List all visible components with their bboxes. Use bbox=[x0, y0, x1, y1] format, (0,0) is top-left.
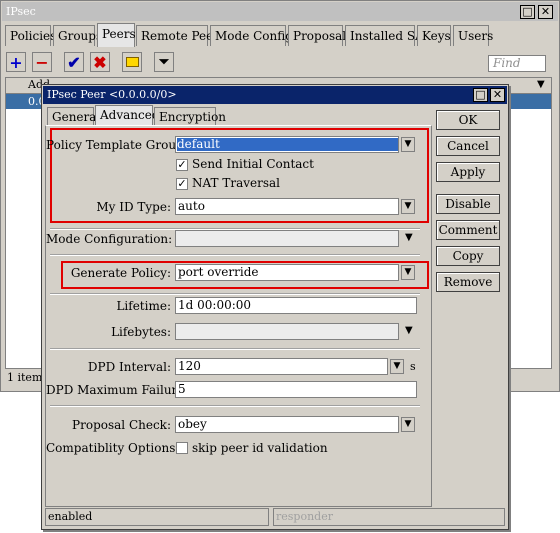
tab-advanced[interactable]: Advanced bbox=[95, 105, 160, 126]
lifetime-label: Lifetime: bbox=[116, 299, 171, 313]
send-initial-contact-label: Send Initial Contact bbox=[192, 157, 314, 171]
proposal-check-label: Proposal Check: bbox=[72, 418, 171, 432]
nat-traversal-checkbox[interactable]: ✓ bbox=[176, 178, 188, 190]
generate-policy-label: Generate Policy: bbox=[70, 266, 171, 280]
divider bbox=[50, 405, 420, 407]
my-id-type-label: My ID Type: bbox=[96, 200, 171, 214]
apply-button[interactable]: Apply bbox=[436, 162, 500, 182]
window-title: IPsec bbox=[6, 5, 36, 18]
nat-traversal-label: NAT Traversal bbox=[192, 176, 280, 190]
dialog-close-icon[interactable]: ✕ bbox=[490, 88, 505, 102]
proposal-check-field[interactable]: obey bbox=[175, 416, 399, 433]
tab-installed-sas[interactable]: Installed SAs bbox=[345, 25, 430, 46]
status-responder: responder bbox=[273, 508, 505, 526]
dpd-interval-dropdown-icon[interactable]: ▼ bbox=[390, 359, 404, 374]
window-titlebar[interactable]: IPsec □ ✕ bbox=[2, 2, 558, 21]
dpd-max-failures-label: DPD Maximum Failures: bbox=[46, 383, 195, 397]
dpd-interval-label: DPD Interval: bbox=[87, 360, 171, 374]
tab-mode-configs[interactable]: Mode Configs bbox=[210, 25, 299, 46]
my-id-type-dropdown-icon[interactable]: ▼ bbox=[401, 199, 415, 214]
ok-button[interactable]: OK bbox=[436, 110, 500, 130]
tab-users[interactable]: Users bbox=[453, 25, 493, 46]
tab-remote-peers[interactable]: Remote Peers bbox=[136, 25, 225, 46]
advanced-panel: Policy Template Group: default ▼ ✓ Send … bbox=[45, 125, 432, 507]
lifebytes-field[interactable] bbox=[175, 323, 399, 340]
tab-encryption[interactable]: Encryption bbox=[154, 107, 226, 125]
lifebytes-label: Lifebytes: bbox=[111, 325, 171, 339]
enable-check-icon[interactable]: ✔ bbox=[64, 52, 84, 72]
dialog-titlebar[interactable]: IPsec Peer <0.0.0.0/0> □ ✕ bbox=[43, 86, 507, 104]
restore-icon[interactable]: □ bbox=[520, 5, 535, 19]
compatibility-options-label: Compatiblity Options: bbox=[46, 441, 180, 455]
policy-template-group-dropdown-icon[interactable]: ▼ bbox=[401, 137, 415, 152]
dialog-restore-icon[interactable]: □ bbox=[473, 88, 488, 102]
divider bbox=[50, 348, 420, 350]
cancel-button[interactable]: Cancel bbox=[436, 136, 500, 156]
skip-peer-id-validation-checkbox[interactable] bbox=[176, 442, 188, 454]
divider bbox=[50, 254, 420, 256]
close-icon[interactable]: ✕ bbox=[538, 5, 553, 19]
find-input[interactable]: Find bbox=[488, 55, 546, 72]
status-enabled: enabled bbox=[45, 508, 269, 526]
ipsec-peer-dialog: IPsec Peer <0.0.0.0/0> □ ✕ General Advan… bbox=[41, 84, 509, 530]
filter-funnel-icon[interactable]: ⏷ bbox=[154, 52, 174, 72]
column-menu-icon[interactable]: ▼ bbox=[537, 79, 545, 90]
dpd-interval-unit: s bbox=[410, 360, 416, 373]
divider bbox=[50, 293, 420, 295]
policy-template-group-value: default bbox=[177, 138, 398, 151]
remove-button[interactable]: Remove bbox=[436, 272, 500, 292]
comment-button[interactable]: Comment bbox=[436, 220, 500, 240]
copy-button[interactable]: Copy bbox=[436, 246, 500, 266]
comment-note-icon[interactable] bbox=[122, 52, 142, 72]
disable-button[interactable]: Disable bbox=[436, 194, 500, 214]
proposal-check-dropdown-icon[interactable]: ▼ bbox=[401, 417, 415, 432]
skip-peer-id-validation-label: skip peer id validation bbox=[192, 441, 328, 455]
generate-policy-field[interactable]: port override bbox=[175, 264, 399, 281]
remove-icon[interactable]: − bbox=[32, 52, 52, 72]
tab-proposals[interactable]: Proposals bbox=[288, 25, 352, 46]
lifetime-field[interactable]: 1d 00:00:00 bbox=[175, 297, 417, 314]
dpd-max-failures-field[interactable]: 5 bbox=[175, 381, 417, 398]
tab-keys[interactable]: Keys bbox=[417, 25, 451, 46]
send-initial-contact-checkbox[interactable]: ✓ bbox=[176, 159, 188, 171]
mode-configuration-label: Mode Configuration: bbox=[46, 232, 173, 246]
generate-policy-dropdown-icon[interactable]: ▼ bbox=[401, 265, 415, 280]
mode-configuration-field[interactable] bbox=[175, 230, 399, 247]
tab-policies[interactable]: Policies bbox=[5, 25, 56, 46]
mode-configuration-dropdown-icon[interactable]: ▼ bbox=[405, 232, 413, 243]
lifebytes-dropdown-icon[interactable]: ▼ bbox=[405, 325, 413, 336]
my-id-type-field[interactable]: auto bbox=[175, 198, 399, 215]
policy-template-group-label: Policy Template Group: bbox=[46, 138, 188, 152]
dialog-status-bar: enabled responder bbox=[45, 508, 505, 526]
tab-general[interactable]: General bbox=[47, 107, 100, 125]
dpd-interval-field[interactable]: 120 bbox=[175, 358, 388, 375]
tab-groups[interactable]: Groups bbox=[53, 25, 102, 46]
add-icon[interactable]: + bbox=[6, 52, 26, 72]
disable-x-icon[interactable]: ✖ bbox=[90, 52, 110, 72]
dialog-title: IPsec Peer <0.0.0.0/0> bbox=[47, 88, 177, 101]
policy-template-group-field[interactable]: default bbox=[175, 136, 399, 153]
tab-peers[interactable]: Peers bbox=[97, 23, 136, 47]
